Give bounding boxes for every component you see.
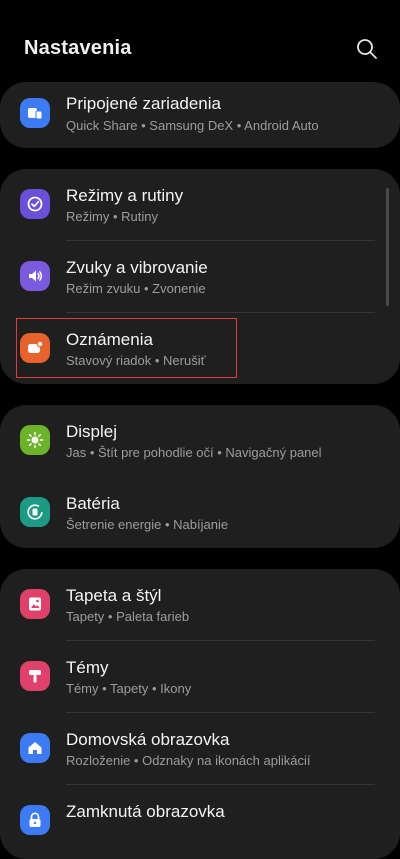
item-sub: Stavový riadok • Nerušiť	[66, 353, 206, 368]
item-sub: Režim zvuku • Zvonenie	[66, 281, 206, 296]
item-label: Režimy a rutiny	[66, 186, 184, 205]
item-sub: Jas • Štít pre pohodlie očí • Navigačný …	[66, 445, 322, 460]
item-label: Oznámenia	[66, 330, 153, 349]
item-sub: Režimy • Rutiny	[66, 209, 158, 224]
item-sub: Rozloženie • Odznaky na ikonách aplikáci…	[66, 753, 311, 768]
settings-item-lock-screen[interactable]: Zamknutá obrazovka	[0, 785, 400, 857]
scrollbar[interactable]	[386, 188, 389, 306]
themes-icon	[20, 661, 50, 691]
settings-item-display[interactable]: Displej Jas • Štít pre pohodlie očí • Na…	[0, 405, 400, 477]
lock-icon	[20, 805, 50, 835]
item-label: Batéria	[66, 494, 120, 513]
settings-group-display-battery: Displej Jas • Štít pre pohodlie očí • Na…	[0, 405, 400, 548]
item-sub: Šetrenie energie • Nabíjanie	[66, 517, 229, 532]
item-label: Tapeta a štýl	[66, 586, 162, 605]
settings-item-sounds[interactable]: Zvuky a vibrovanie Režim zvuku • Zvoneni…	[0, 241, 400, 313]
settings-item-modes-routines[interactable]: Režimy a rutiny Režimy • Rutiny	[0, 169, 400, 241]
settings-group-modes-sound: Režimy a rutiny Režimy • Rutiny Zvuky a …	[0, 169, 400, 384]
item-sub: Tapety • Paleta farieb	[66, 609, 190, 624]
item-label: Zamknutá obrazovka	[66, 802, 225, 821]
header: Nastavenia	[0, 0, 400, 84]
item-sub: Témy • Tapety • Ikony	[66, 681, 192, 696]
item-sub: Quick Share • Samsung DeX • Android Auto	[66, 118, 319, 133]
connected-devices-icon	[20, 98, 50, 128]
settings-item-wallpaper[interactable]: Tapeta a štýl Tapety • Paleta farieb	[0, 569, 400, 641]
settings-item-home-screen[interactable]: Domovská obrazovka Rozloženie • Odznaky …	[0, 713, 400, 785]
settings-group-connections: Pripojené zariadenia Quick Share • Samsu…	[0, 82, 400, 148]
settings-item-connected-devices[interactable]: Pripojené zariadenia Quick Share • Samsu…	[0, 82, 400, 148]
item-label: Displej	[66, 422, 118, 441]
brightness-icon	[20, 425, 50, 455]
settings-item-notifications[interactable]: Oznámenia Stavový riadok • Nerušiť	[0, 313, 400, 384]
settings-item-themes[interactable]: Témy Témy • Tapety • Ikony	[0, 641, 400, 713]
item-label: Témy	[66, 658, 109, 677]
item-label: Domovská obrazovka	[66, 730, 230, 749]
battery-icon	[20, 497, 50, 527]
speaker-icon	[20, 261, 50, 291]
modes-routines-icon	[20, 189, 50, 219]
settings-group-appearance: Tapeta a štýl Tapety • Paleta farieb Tém…	[0, 569, 400, 859]
search-button[interactable]	[354, 36, 380, 62]
notification-icon	[20, 333, 50, 363]
page-title: Nastavenia	[24, 37, 132, 59]
wallpaper-icon	[20, 589, 50, 619]
search-icon	[357, 39, 377, 59]
item-label: Zvuky a vibrovanie	[66, 258, 208, 277]
home-icon	[20, 733, 50, 763]
item-label: Pripojené zariadenia	[66, 94, 221, 113]
settings-item-battery[interactable]: Batéria Šetrenie energie • Nabíjanie	[0, 477, 400, 548]
